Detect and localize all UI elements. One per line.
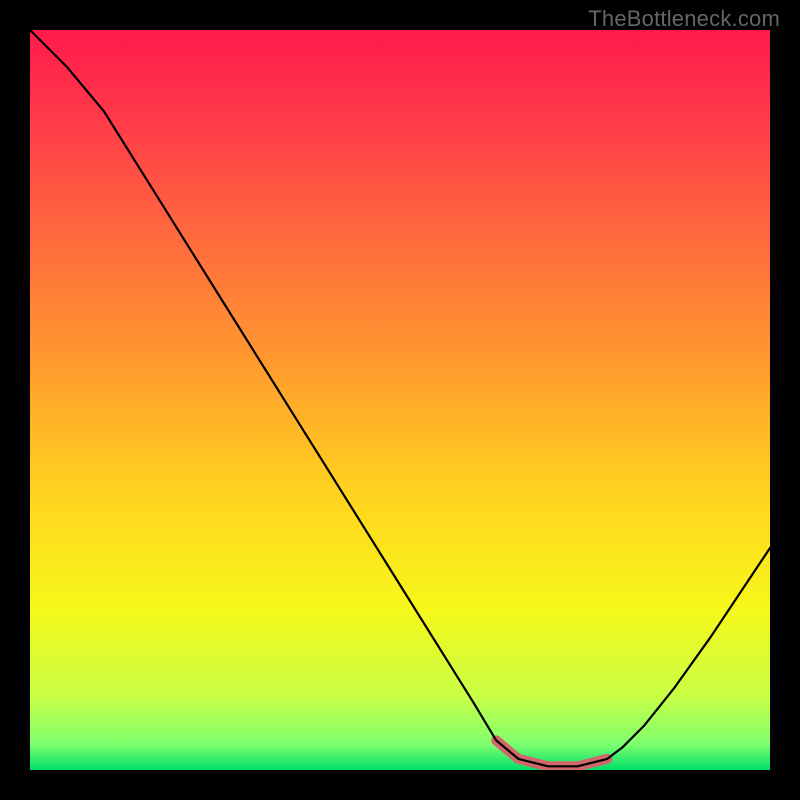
watermark-text: TheBottleneck.com bbox=[588, 6, 780, 32]
plot-svg bbox=[30, 30, 770, 770]
plot-frame bbox=[30, 30, 770, 770]
chart-stage: TheBottleneck.com bbox=[0, 0, 800, 800]
gradient-background bbox=[30, 30, 770, 770]
